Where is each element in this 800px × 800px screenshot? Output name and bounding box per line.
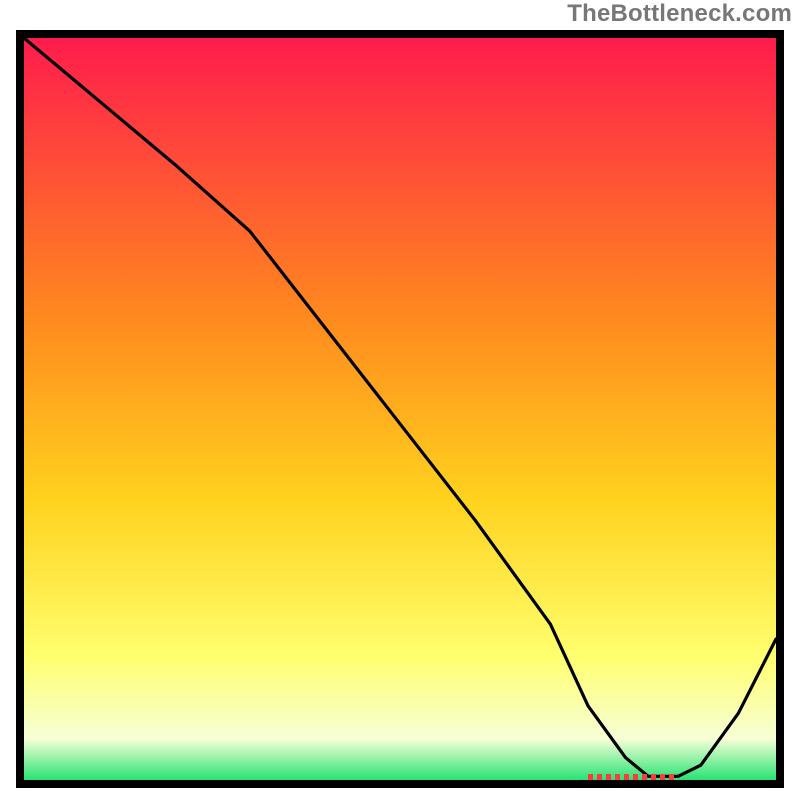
gradient-background xyxy=(20,34,780,784)
bottleneck-chart xyxy=(16,30,784,788)
watermark-text: TheBottleneck.com xyxy=(567,0,792,28)
chart-stage: TheBottleneck.com xyxy=(0,0,800,800)
plot-area xyxy=(16,30,784,788)
